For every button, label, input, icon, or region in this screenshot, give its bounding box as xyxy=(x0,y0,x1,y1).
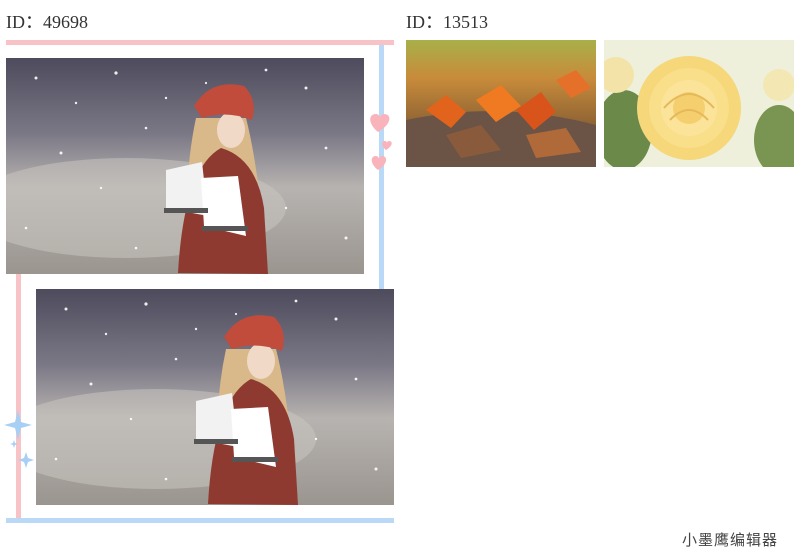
pink-frame-line-left xyxy=(16,274,21,519)
pink-frame-line-top xyxy=(6,40,394,45)
girl-snow-photo-bottom[interactable] xyxy=(36,289,394,505)
blue-sparkle-icon xyxy=(4,408,38,470)
autumn-leaves-photo[interactable] xyxy=(406,40,596,167)
pink-hearts-icon xyxy=(364,110,394,172)
template-id-label: ID：13513 xyxy=(406,12,488,32)
blue-frame-line-bottom xyxy=(6,518,394,523)
yellow-rose-photo[interactable] xyxy=(604,40,794,167)
watermark-text: 小墨鹰编辑器 xyxy=(681,531,778,549)
girl-snow-photo-top[interactable] xyxy=(6,58,364,274)
template-id-label: ID：49698 xyxy=(6,12,88,32)
